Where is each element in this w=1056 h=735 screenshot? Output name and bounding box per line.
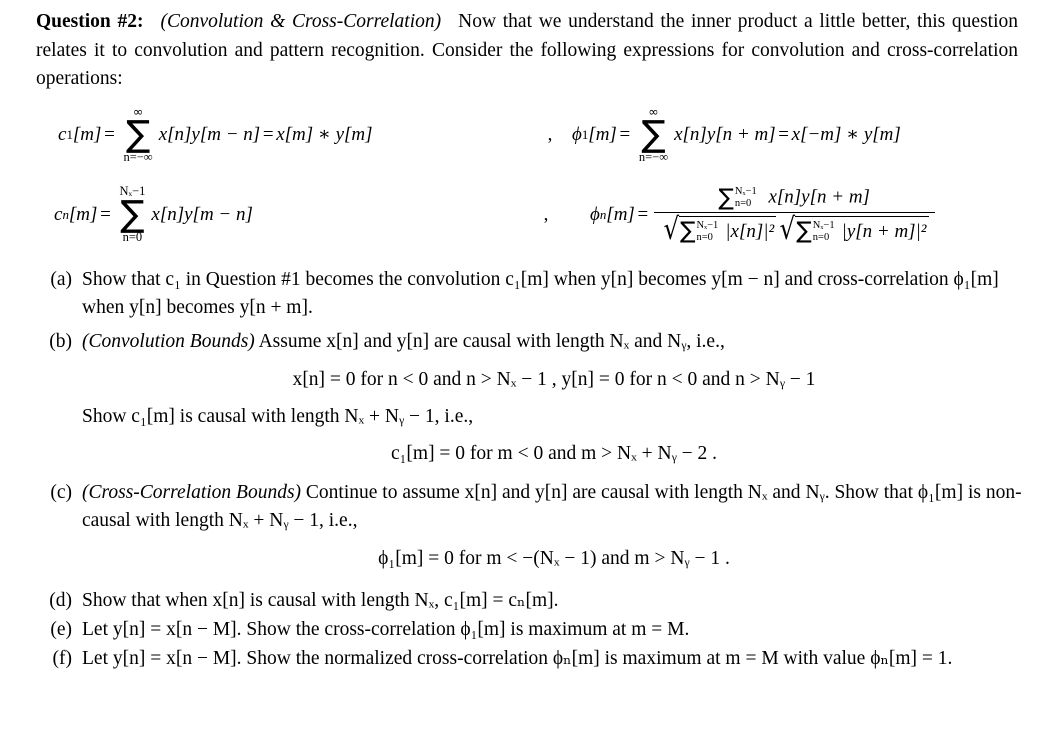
document-page: Question #2: (Convolution & Cross-Correla… bbox=[0, 0, 1056, 735]
part-b: (b) (Convolution Bounds) Assume x[n] and… bbox=[36, 328, 1026, 473]
eq-phi1-equals: = bbox=[619, 123, 631, 145]
part-c-body: (Cross-Correlation Bounds) Continue to a… bbox=[82, 479, 1026, 580]
equation-c1: c 1 [m] = ∞ ∑ n=−∞ x[n]y[m − n] = x[m] ∗ y… bbox=[36, 105, 528, 164]
eq-c1-lhs-var: c bbox=[58, 123, 67, 145]
equation-row-2: c n [m] = Nₓ−1 ∑ n=0 x[n]y[m − n] , ϕ n [m] … bbox=[36, 172, 1026, 258]
eq-phin-denom-left-sum-lower-limit: n=0 bbox=[696, 231, 713, 243]
eq-phin-denom-left-sum-upper-limit: Nₓ−1 bbox=[696, 219, 719, 231]
part-a-body: Show that c₁ in Question #1 becomes the … bbox=[82, 266, 1026, 322]
part-f-marker: (f) bbox=[52, 648, 72, 669]
eq-cn-summand: x[n]y[m − n] bbox=[151, 203, 253, 225]
part-d: (d) Show that when x[n] is causal with l… bbox=[36, 587, 1026, 615]
eq-phin-fraction: ∑ Nₓ−1 n=0 x[n]y[n + m] √ ∑ Nₓ−1 n=0 |x[… bbox=[653, 186, 935, 248]
equation-row-1-separator: , bbox=[547, 124, 553, 145]
part-e-marker: (e) bbox=[50, 619, 72, 640]
part-c-display: ϕ₁[m] = 0 for m < −(Nₓ − 1) and m > Nᵧ −… bbox=[378, 548, 730, 569]
equation-phi1: ϕ 1 [m] = ∞ ∑ n=−∞ x[n]y[n + m] = x[−m] ∗ … bbox=[572, 105, 1026, 164]
eq-c1-lhs-arg: [m] bbox=[72, 123, 102, 145]
eq-phi1-lhs-var: ϕ bbox=[572, 123, 582, 145]
part-a-line-1: Show that c₁ in Question #1 becomes the … bbox=[82, 269, 813, 290]
eq-c1-summand: x[n]y[m − n] bbox=[158, 123, 261, 145]
part-e-text: Let y[n] = x[n − M]. Show the cross-corr… bbox=[82, 619, 690, 640]
part-c-lead-line-1: Continue to assume x[n] and y[n] are cau… bbox=[305, 482, 801, 503]
equation-row-2-separator: , bbox=[543, 204, 549, 225]
equation-cn: c n [m] = Nₓ−1 ∑ n=0 x[n]y[m − n] bbox=[36, 185, 524, 244]
eq-c1-sum-lower-limit: n=−∞ bbox=[123, 149, 153, 164]
sigma-icon: ∑ bbox=[718, 184, 734, 211]
eq-phi1-lhs-arg: [m] bbox=[588, 123, 617, 145]
eq-c1-equals-2: = bbox=[262, 123, 274, 145]
eq-c1-equals: = bbox=[104, 123, 115, 145]
part-a-marker: (a) bbox=[50, 269, 72, 290]
part-b-display-2: c₁[m] = 0 for m < 0 and m > Nₓ + Nᵧ − 2 … bbox=[390, 443, 718, 464]
part-f: (f) Let y[n] = x[n − M]. Show the normal… bbox=[36, 645, 1026, 673]
question-parts-list: (a) Show that c₁ in Question #1 becomes … bbox=[36, 266, 1026, 673]
sigma-icon: ∑ bbox=[641, 114, 666, 156]
sqrt-icon: √ bbox=[663, 212, 679, 248]
eq-phin-denom-right-sum-upper-limit: Nₓ−1 bbox=[812, 219, 835, 231]
eq-phin-denom-left-summation: ∑ Nₓ−1 n=0 bbox=[680, 220, 718, 244]
part-b-middle: Show c₁[m] is causal with length Nₓ + Nᵧ… bbox=[82, 406, 474, 427]
eq-phin-lhs-var: ϕ bbox=[590, 203, 600, 225]
eq-phin-numerator: ∑ Nₓ−1 n=0 x[n]y[n + m] bbox=[710, 186, 878, 212]
eq-phin-num-sum-lower-limit: n=0 bbox=[734, 198, 752, 209]
eq-phin-denom-right-summation: ∑ Nₓ−1 n=0 bbox=[796, 220, 834, 244]
part-b-marker: (b) bbox=[49, 331, 72, 352]
eq-c1-rhs: x[m] ∗ y[m] bbox=[276, 124, 373, 146]
sigma-icon: ∑ bbox=[796, 218, 812, 245]
sqrt-icon: √ bbox=[779, 212, 796, 248]
eq-phin-num-summation: ∑ Nₓ−1 n=0 bbox=[718, 186, 756, 210]
part-c-title: (Cross-Correlation Bounds) bbox=[82, 482, 302, 503]
part-c: (c) (Cross-Correlation Bounds) Continue … bbox=[36, 479, 1026, 580]
eq-phin-denom-left-radical: √ ∑ Nₓ−1 n=0 |x[n]|² bbox=[660, 212, 777, 248]
equation-phin: ϕ n [m] = ∑ Nₓ−1 n=0 x[n]y[n + m] √ ∑ Nₓ… bbox=[568, 186, 1026, 248]
eq-phin-denom-right-summand: |y[n + m]|² bbox=[841, 220, 927, 242]
eq-cn-lhs-var: c bbox=[54, 203, 63, 225]
eq-phi1-summand: x[n]y[n + m] bbox=[674, 123, 776, 145]
eq-phi1-equals-2: = bbox=[778, 123, 789, 145]
eq-phin-denom-right-radical: √ ∑ Nₓ−1 n=0 |y[n + m]|² bbox=[776, 212, 929, 248]
eq-phin-lhs-arg: [m] bbox=[606, 203, 635, 225]
sigma-icon: ∑ bbox=[125, 114, 151, 156]
eq-phi1-rhs: x[−m] ∗ y[m] bbox=[791, 124, 901, 146]
part-d-text: Show that when x[n] is causal with lengt… bbox=[82, 590, 559, 611]
eq-phi1-summation: ∞ ∑ n=−∞ bbox=[639, 105, 668, 164]
eq-cn-equals: = bbox=[100, 203, 111, 225]
question-topic: (Convolution & Cross-Correlation) bbox=[160, 11, 442, 32]
eq-phin-denom-left-summand: |x[n]|² bbox=[725, 220, 775, 242]
part-f-body: Let y[n] = x[n − M]. Show the normalized… bbox=[82, 645, 1026, 673]
equation-row-1: c 1 [m] = ∞ ∑ n=−∞ x[n]y[m − n] = x[m] ∗ y… bbox=[36, 98, 1026, 172]
part-b-display-1: x[n] = 0 for n < 0 and n > Nₓ − 1 , y[n]… bbox=[292, 369, 816, 390]
equation-block: c 1 [m] = ∞ ∑ n=−∞ x[n]y[m − n] = x[m] ∗ y… bbox=[36, 98, 1026, 258]
eq-phi1-sum-lower-limit: n=−∞ bbox=[638, 149, 669, 164]
question-label: Question #2: bbox=[36, 11, 144, 32]
sigma-icon: ∑ bbox=[679, 218, 696, 245]
part-a: (a) Show that c₁ in Question #1 becomes … bbox=[36, 266, 1026, 322]
part-f-line-1: Let y[n] = x[n − M]. Show the normalized… bbox=[82, 648, 779, 669]
eq-cn-sum-lower-limit: n=0 bbox=[122, 229, 143, 244]
part-b-lead: Assume x[n] and y[n] are causal with len… bbox=[258, 331, 725, 352]
part-b-title: (Convolution Bounds) bbox=[82, 331, 255, 352]
question-intro-paragraph: Question #2: (Convolution & Cross-Correla… bbox=[36, 8, 1018, 94]
eq-phin-num-sum-upper-limit: Nₓ−1 bbox=[734, 185, 757, 197]
part-d-marker: (d) bbox=[49, 590, 72, 611]
part-c-marker: (c) bbox=[50, 482, 72, 503]
eq-phin-denominator: √ ∑ Nₓ−1 n=0 |x[n]|² √ ∑ Nₓ−1 n=0 |y[n +… bbox=[654, 212, 935, 248]
part-f-line-2: with value ϕₙ[m] = 1. bbox=[783, 648, 953, 669]
eq-phin-equals: = bbox=[637, 203, 649, 225]
eq-cn-lhs-arg: [m] bbox=[68, 203, 98, 225]
eq-phin-num-summand: x[n]y[n + m] bbox=[768, 186, 870, 208]
eq-c1-summation: ∞ ∑ n=−∞ bbox=[123, 105, 152, 164]
eq-phin-denom-right-sum-lower-limit: n=0 bbox=[812, 231, 830, 243]
part-b-body: (Convolution Bounds) Assume x[n] and y[n… bbox=[82, 328, 1026, 473]
eq-cn-summation: Nₓ−1 ∑ n=0 bbox=[119, 185, 145, 244]
sigma-icon: ∑ bbox=[120, 194, 145, 236]
part-e: (e) Let y[n] = x[n − M]. Show the cross-… bbox=[36, 616, 1026, 644]
